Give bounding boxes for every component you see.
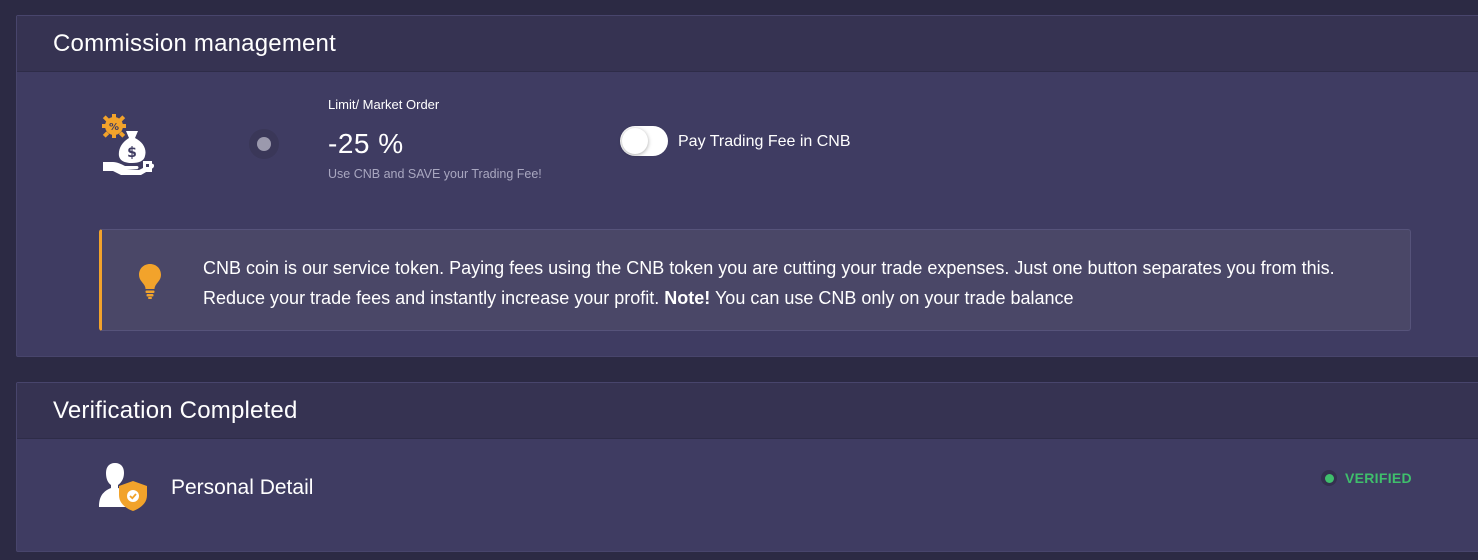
verified-status-badge: VERIFIED [1321,470,1412,486]
toggle-knob [622,128,648,154]
pay-fee-in-cnb-label: Pay Trading Fee in CNB [678,133,851,150]
cnb-info-note: CNB coin is our service token. Paying fe… [99,229,1411,331]
note-text-part2: You can use CNB only on your trade balan… [714,288,1074,308]
radio-dot [257,137,271,151]
verification-card: Verification Completed Personal Detail V… [16,382,1478,552]
commission-management-title: Commission management [17,16,1478,72]
pay-fee-in-cnb-toggle[interactable] [620,126,668,156]
verification-title: Verification Completed [17,383,1478,439]
cnb-info-text: CNB coin is our service token. Paying fe… [203,253,1393,313]
order-type-label: Limit/ Market Order [328,97,440,112]
verified-status-text: VERIFIED [1345,470,1412,486]
order-type-radio[interactable] [249,129,279,159]
discount-value: -25 % [328,128,404,159]
user-shield-icon [97,461,149,513]
lightbulb-icon [138,263,162,299]
commission-management-card: Commission management % $ Limit/ Market … [16,15,1478,357]
money-bag-discount-icon: % $ [99,113,159,175]
svg-text:$: $ [127,145,137,161]
discount-hint: Use CNB and SAVE your Trading Fee! [328,167,542,181]
svg-text:%: % [109,122,119,133]
personal-detail-label: Personal Detail [171,476,314,499]
note-emphasis: Note! [664,288,711,308]
status-dot-icon [1321,470,1337,486]
